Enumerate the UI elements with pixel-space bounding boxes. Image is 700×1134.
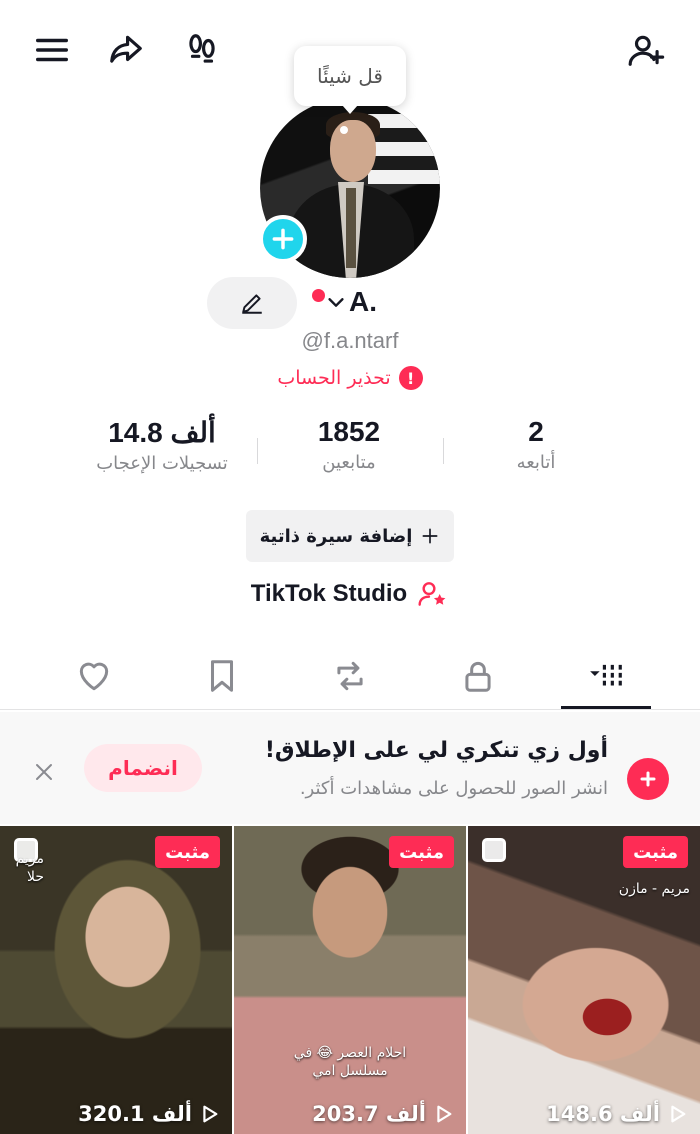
add-photo-icon: [627, 758, 669, 800]
repost-icon: [337, 661, 363, 691]
video-grid: مثبت مريم - مازن 148.6 ألف مثبت احلام ال…: [0, 826, 700, 1134]
view-count-label: 320.1 ألف: [78, 1102, 192, 1126]
lock-icon: [465, 661, 491, 692]
view-count: 320.1 ألف: [78, 1102, 220, 1126]
plus-icon: [422, 528, 438, 544]
avatar-face: [330, 120, 376, 182]
display-name-row[interactable]: A.: [312, 282, 377, 322]
stat-followers[interactable]: 1852 متابعين: [259, 416, 439, 473]
add-bio-label: إضافة سيرة ذاتية: [259, 525, 413, 547]
video-caption: مريم - مازن: [618, 881, 690, 897]
followers-count: 1852: [317, 416, 381, 447]
play-icon: [437, 1105, 452, 1123]
join-button[interactable]: انضمام: [84, 744, 202, 792]
followers-label: متابعين: [322, 452, 376, 473]
edit-profile-button[interactable]: [207, 277, 297, 329]
video-thumbnail[interactable]: مثبت احلام العصر 😂 في مسلسل امي 203.7 أل…: [234, 826, 466, 1134]
notification-dot: [312, 288, 325, 302]
video-thumbnail[interactable]: مثبت مريم حلا 320.1 ألف: [0, 826, 232, 1134]
video-caption: مريم حلا: [15, 851, 44, 885]
tab-reposts[interactable]: [318, 650, 382, 702]
profile-stats: 2 أتابعه 1852 متابعين 14.8 ألف تسجيلات ا…: [0, 416, 700, 486]
heart-icon: [79, 662, 109, 691]
select-checkbox[interactable]: [482, 838, 506, 862]
tooltip-anchor-dot: [340, 126, 348, 134]
stat-likes[interactable]: 14.8 ألف تسجيلات الإعجاب: [72, 416, 252, 474]
bookmark-icon: [210, 660, 234, 692]
pinned-badge: مثبت: [623, 836, 688, 868]
tiktok-studio-link[interactable]: TikTok Studio: [0, 578, 700, 610]
video-thumbnail[interactable]: مثبت مريم - مازن 148.6 ألف: [468, 826, 700, 1134]
footprints-icon[interactable]: [180, 28, 224, 72]
plus-icon: [272, 228, 294, 250]
following-count: 2: [528, 416, 544, 447]
grid-icon: [590, 664, 622, 689]
view-count: 148.6 ألف: [546, 1102, 688, 1126]
tab-active-indicator: [561, 706, 651, 709]
video-scene-detail: [234, 826, 466, 1134]
view-count-label: 203.7 ألف: [312, 1102, 426, 1126]
pinned-badge: مثبت: [389, 836, 454, 868]
view-count-label: 148.6 ألف: [546, 1102, 660, 1126]
account-warning-label: تحذير الحساب: [277, 367, 391, 389]
stat-following[interactable]: 2 أتابعه: [446, 416, 626, 473]
studio-label: TikTok Studio: [250, 580, 408, 607]
view-count: 203.7 ألف: [312, 1102, 454, 1126]
account-warning[interactable]: تحذير الحساب !: [0, 366, 700, 390]
say-something-tooltip[interactable]: قل شيئًا: [294, 46, 406, 114]
pencil-icon: [242, 294, 262, 314]
promo-title: أول زي تنكري لي على الإطلاق!: [264, 738, 608, 763]
promo-banner: أول زي تنكري لي على الإطلاق! انشر الصور …: [0, 712, 700, 824]
creator-star-icon: [418, 582, 446, 606]
add-avatar-button[interactable]: [259, 215, 307, 263]
tab-favorites[interactable]: [190, 650, 254, 702]
content-tabs: [0, 642, 700, 710]
likes-label: تسجيلات الإعجاب: [96, 453, 228, 474]
avatar-tie: [346, 188, 356, 268]
pinned-badge: مثبت: [155, 836, 220, 868]
likes-count: 14.8 ألف: [108, 417, 216, 448]
menu-icon[interactable]: [30, 28, 74, 72]
following-label: أتابعه: [516, 452, 556, 473]
video-scene-detail: [468, 826, 700, 1134]
add-bio-button[interactable]: إضافة سيرة ذاتية: [246, 510, 454, 562]
display-name: A.: [349, 286, 377, 317]
warning-icon: !: [398, 366, 423, 390]
add-friend-icon[interactable]: [624, 28, 668, 72]
play-icon: [671, 1105, 686, 1123]
username: @f.a.ntarf: [301, 328, 399, 353]
play-icon: [203, 1105, 218, 1123]
close-icon[interactable]: [24, 752, 64, 792]
chevron-down-icon[interactable]: [325, 291, 347, 313]
tab-liked[interactable]: [62, 650, 126, 702]
stat-divider: [443, 438, 444, 464]
stat-divider: [257, 438, 258, 464]
video-caption: احلام العصر 😂 في مسلسل امي: [293, 1045, 407, 1079]
promo-subtitle: انشر الصور للحصول على مشاهدات أكثر.: [299, 778, 608, 799]
tab-videos[interactable]: [574, 650, 638, 702]
tab-private[interactable]: [446, 650, 510, 702]
share-icon[interactable]: [104, 28, 148, 72]
